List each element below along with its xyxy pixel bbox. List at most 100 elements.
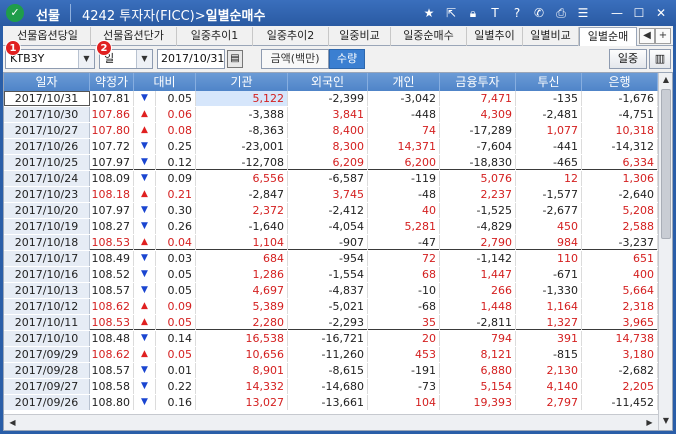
cell-price: 107.72 — [90, 139, 134, 154]
header-bank[interactable]: 은행 — [582, 73, 658, 91]
table-row[interactable]: 2017/10/27 107.80 ▲ 0.08 -8,363 8,400 74 -17,28… — [4, 123, 658, 138]
cell-bank: 2,318 — [582, 299, 658, 314]
cell-date: 2017/09/26 — [4, 395, 90, 410]
table-row[interactable]: 2017/10/19 108.27 ▼ 0.26 -1,640 -4,054 5,281 -4… — [4, 219, 658, 234]
table-row[interactable]: 2017/10/10 108.48 ▼ 0.14 16,538 -16,721 20 794 3… — [4, 331, 658, 346]
font-icon[interactable]: T — [486, 4, 504, 22]
date-input[interactable]: 2017/10/31 — [157, 49, 225, 69]
cell-bank: 14,738 — [582, 331, 658, 346]
cell-bank: 10,318 — [582, 123, 658, 138]
cell-price: 107.97 — [90, 155, 134, 170]
lock-icon[interactable]: 🔒︎ — [464, 4, 482, 22]
tab-intraday-trend-1[interactable]: 일중추이1 — [177, 27, 253, 46]
cell-trust: 1,164 — [516, 299, 582, 314]
tab-daily-net-buy[interactable]: 일별순매 — [579, 27, 637, 47]
cell-price: 108.57 — [90, 283, 134, 298]
phone-icon[interactable]: ✆ — [530, 4, 548, 22]
table-row[interactable]: 2017/09/29 108.62 ▲ 0.05 10,656 -11,260 453 8,1… — [4, 347, 658, 362]
cell-price: 107.97 — [90, 203, 134, 218]
header-date[interactable]: 일자 — [4, 73, 90, 91]
cell-price: 108.49 — [90, 251, 134, 266]
triangle-down-icon: ▼ — [134, 155, 156, 170]
header-individual[interactable]: 개인 — [368, 73, 440, 91]
print-icon[interactable]: ⎙ — [552, 4, 570, 22]
tab-intraday-net-buy[interactable]: 일중순매수 — [391, 27, 467, 46]
cell-change: 0.09 — [156, 171, 196, 186]
cell-bank: 1,306 — [582, 171, 658, 186]
header-trust[interactable]: 투신 — [516, 73, 582, 91]
table-row[interactable]: 2017/10/11 108.53 ▲ 0.05 2,280 -2,293 35 -2,811… — [4, 315, 658, 330]
tab-scroll-right-button[interactable]: + — [655, 28, 671, 44]
tab-daily-trend[interactable]: 일별추이 — [467, 27, 523, 46]
cell-change: 0.08 — [156, 123, 196, 138]
cell-institution: -1,640 — [196, 219, 288, 234]
header-institution[interactable]: 기관 — [196, 73, 288, 91]
cell-financial-investment: -18,830 — [440, 155, 516, 170]
header-price[interactable]: 약정가 — [90, 73, 134, 91]
quantity-toggle[interactable]: 수량 — [329, 49, 365, 69]
menu-icon[interactable]: ☰ — [574, 4, 592, 22]
cell-trust: -815 — [516, 347, 582, 362]
table-row[interactable]: 2017/10/26 107.72 ▼ 0.25 -23,001 8,300 14,371-… — [4, 139, 658, 154]
table-row[interactable]: 2017/10/16 108.52 ▼ 0.05 1,286 -1,554 68 1,447-… — [4, 267, 658, 282]
vertical-scrollbar[interactable]: ▲ ▼ — [658, 73, 672, 430]
net-buy-table: 일자 약정가 대비 기관 외국인 개인 금융투자 투신 은행 2017/10/3… — [3, 72, 673, 431]
cell-financial-investment: 1,447 — [440, 267, 516, 282]
calendar-icon[interactable]: ▤ — [227, 50, 243, 68]
table-row[interactable]: 2017/10/12 108.62 ▲ 0.09 5,389 -5,021 -68 1,448… — [4, 299, 658, 314]
scroll-up-icon[interactable]: ▲ — [659, 73, 672, 87]
cell-price: 108.09 — [90, 171, 134, 186]
chevron-down-icon[interactable]: ▼ — [78, 50, 94, 68]
tab-scroll-left-button[interactable]: ◀ — [639, 28, 655, 44]
screen-title: 4242 투자자(FICC)>일별순매수 — [82, 9, 266, 24]
scroll-left-icon[interactable]: ◀ — [5, 416, 20, 430]
callout-badge-2: 2 — [96, 40, 112, 56]
triangle-up-icon: ▲ — [134, 299, 156, 314]
table-row[interactable]: 2017/10/20 107.97 ▼ 0.30 2,372 -2,412 40 -1,525… — [4, 203, 658, 218]
table-row[interactable]: 2017/10/18 108.53 ▲ 0.04 1,104 -907 -47 2,790 98… — [4, 235, 658, 250]
intraday-button[interactable]: 일중 — [609, 49, 647, 69]
cell-individual: 6,200 — [368, 155, 440, 170]
help-icon[interactable]: ? — [508, 4, 526, 22]
tab-intraday-trend-2[interactable]: 일중추이2 — [253, 27, 329, 46]
table-row[interactable]: 2017/10/23 108.18 ▲ 0.21 -2,847 3,745 -48 2,237… — [4, 187, 658, 202]
maximize-icon[interactable]: ☐ — [630, 4, 648, 22]
cell-trust: -1,577 — [516, 187, 582, 202]
tab-daily-compare[interactable]: 일별비교 — [523, 27, 579, 46]
table-row[interactable]: 2017/10/17 108.49 ▼ 0.03 684 -954 72 -1,142 110 6… — [4, 251, 658, 266]
table-row[interactable]: 2017/10/25 107.97 ▼ 0.12 -12,708 6,209 6,200 -1… — [4, 155, 658, 170]
cell-financial-investment: 2,237 — [440, 187, 516, 202]
table-row[interactable]: 2017/10/31 107.81 ▼ 0.05 5,122 -2,399 -3,042 7,… — [4, 91, 658, 106]
horizontal-scrollbar[interactable]: ◀ ▶ — [4, 414, 658, 430]
cell-foreign: -11,260 — [288, 347, 368, 362]
header-financial-investment[interactable]: 금융투자 — [440, 73, 516, 91]
cell-financial-investment: 5,076 — [440, 171, 516, 186]
table-row[interactable]: 2017/10/24 108.09 ▼ 0.09 6,556 -6,587 -119 5,07… — [4, 171, 658, 186]
scroll-right-icon[interactable]: ▶ — [642, 416, 657, 430]
table-row[interactable]: 2017/10/13 108.57 ▼ 0.05 4,697 -4,837 -10 266 -1… — [4, 283, 658, 298]
cell-institution: 14,332 — [196, 379, 288, 394]
table-row[interactable]: 2017/09/28 108.57 ▼ 0.01 8,901 -8,615 -191 6,88… — [4, 363, 658, 378]
cell-institution: 10,656 — [196, 347, 288, 362]
tab-intraday-compare[interactable]: 일중비교 — [329, 27, 391, 46]
scroll-down-icon[interactable]: ▼ — [659, 414, 672, 428]
bar-chart-icon[interactable]: ▥ — [649, 49, 671, 69]
export-icon[interactable]: ⇱ — [442, 4, 460, 22]
table-row[interactable]: 2017/09/27 108.58 ▼ 0.22 14,332 -14,680 -73 5,1… — [4, 379, 658, 394]
amount-toggle[interactable]: 금액(백만) — [261, 49, 329, 69]
close-icon[interactable]: ✕ — [652, 4, 670, 22]
chevron-down-icon[interactable]: ▼ — [136, 50, 152, 68]
cell-institution: -23,001 — [196, 139, 288, 154]
title-bar[interactable]: ✓ 선물 4242 투자자(FICC)>일별순매수 ★ ⇱ 🔒︎ T ? ✆ ⎙… — [0, 0, 676, 26]
cell-trust: 984 — [516, 235, 582, 250]
table-row[interactable]: 2017/10/30 107.86 ▲ 0.06 -3,388 3,841 -448 4,30… — [4, 107, 658, 122]
cell-price: 108.48 — [90, 331, 134, 346]
star-icon[interactable]: ★ — [420, 4, 438, 22]
header-change[interactable]: 대비 — [134, 73, 196, 91]
table-row[interactable]: 2017/09/26 108.80 ▼ 0.16 13,027 -13,661 104 19,… — [4, 395, 658, 410]
header-foreign[interactable]: 외국인 — [288, 73, 368, 91]
cell-date: 2017/10/11 — [4, 315, 90, 330]
minimize-icon[interactable]: — — [608, 4, 626, 22]
scroll-thumb[interactable] — [661, 89, 671, 239]
client-area: 선물옵션당일 선물옵션단가 일중추이1 일중추이2 일중비교 일중순매수 일별추… — [3, 26, 673, 431]
